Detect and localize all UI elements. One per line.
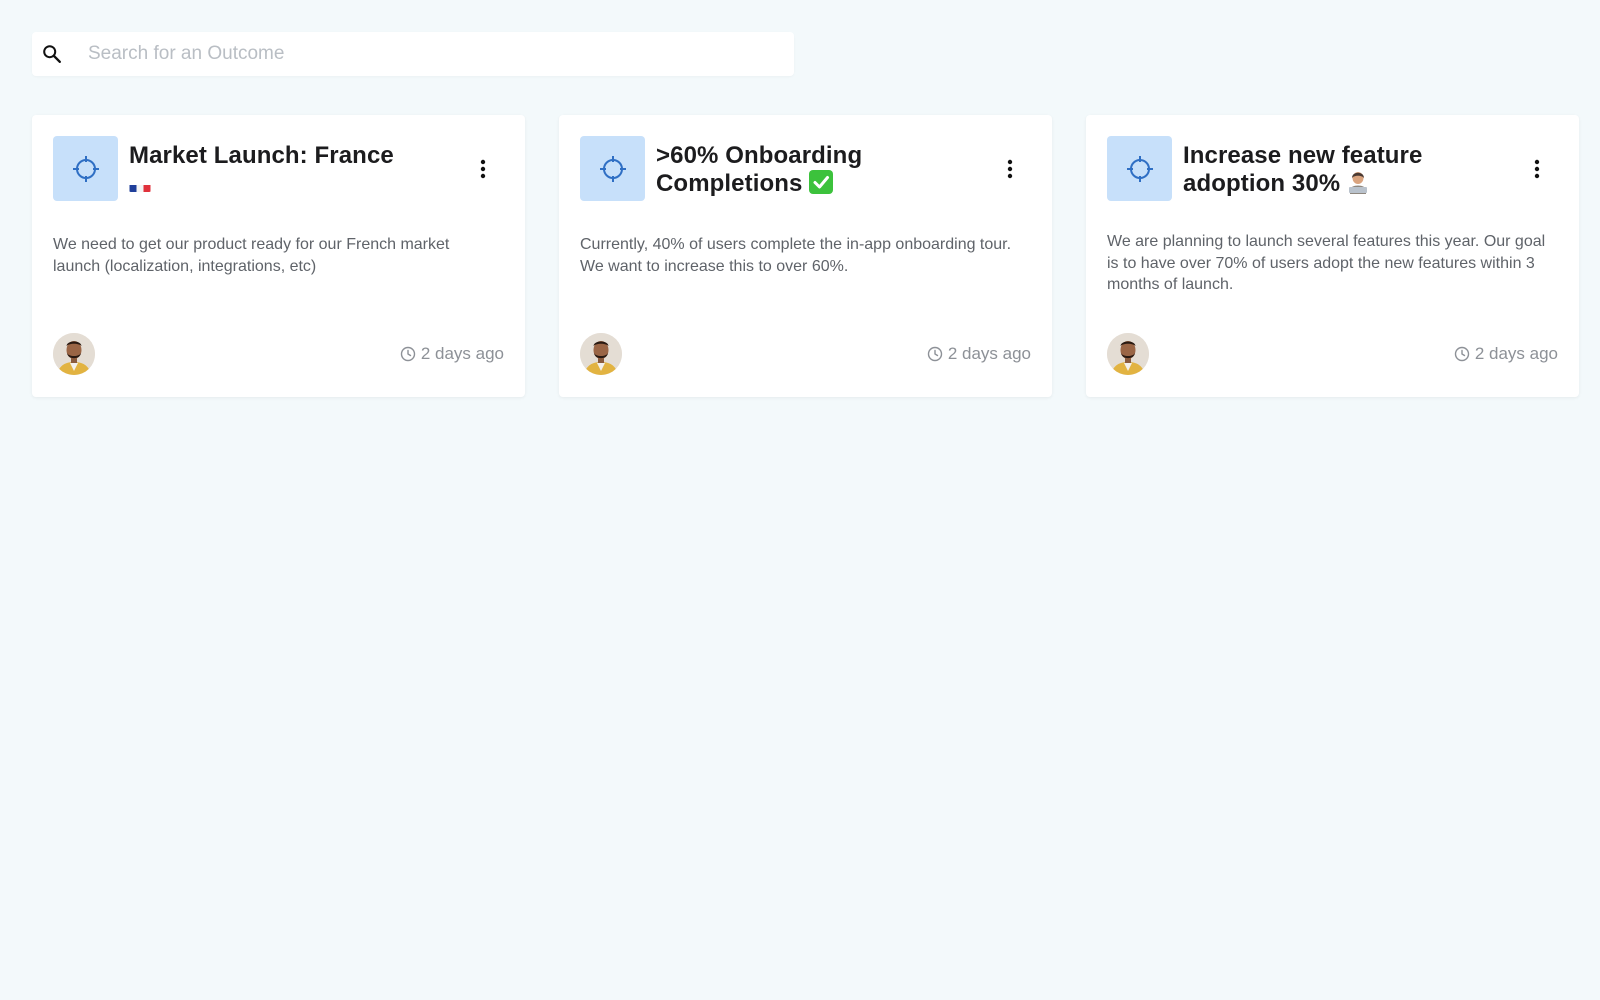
- timestamp: 2 days ago: [1454, 344, 1558, 364]
- outcome-title-text: Market Launch: France: [129, 142, 394, 169]
- more-options-button[interactable]: [1000, 155, 1020, 183]
- person-at-laptop-icon: [1347, 170, 1369, 194]
- outcome-description: Currently, 40% of users complete the in-…: [580, 236, 1012, 275]
- outcome-title[interactable]: >60% Onboarding Completions: [656, 142, 986, 198]
- outcome-icon-box: [53, 136, 118, 201]
- outcome-card[interactable]: >60% Onboarding Completions Currently, 4…: [559, 115, 1052, 397]
- outcome-title[interactable]: Increase new feature adoption 30%: [1183, 142, 1513, 198]
- more-vertical-icon: [1534, 159, 1540, 179]
- search-bar[interactable]: [32, 32, 794, 76]
- outcome-title-text: Increase new feature adoption 30%: [1183, 142, 1423, 197]
- clock-icon: [927, 346, 943, 362]
- target-icon: [1126, 155, 1153, 182]
- outcome-icon-box: [580, 136, 645, 201]
- avatar[interactable]: [53, 333, 95, 375]
- avatar[interactable]: [580, 333, 622, 375]
- timestamp-text: 2 days ago: [1474, 344, 1558, 363]
- search-icon: [40, 42, 64, 66]
- target-icon: [599, 155, 626, 182]
- timestamp: 2 days ago: [927, 344, 1031, 364]
- timestamp: 2 days ago: [400, 344, 504, 364]
- timestamp-text: 2 days ago: [420, 344, 504, 363]
- clock-icon: [1454, 346, 1470, 362]
- timestamp-text: 2 days ago: [947, 344, 1031, 363]
- outcome-card[interactable]: Increase new feature adoption 30% We are…: [1086, 115, 1579, 397]
- check-mark-button-icon: [809, 170, 834, 194]
- more-vertical-icon: [480, 159, 486, 179]
- clock-icon: [400, 346, 416, 362]
- outcome-title[interactable]: Market Launch: France: [129, 142, 459, 198]
- outcome-description: We need to get our product ready for our…: [53, 236, 450, 275]
- more-options-button[interactable]: [1527, 155, 1547, 183]
- outcome-card[interactable]: Market Launch: France We need to get our…: [32, 115, 525, 397]
- avatar[interactable]: [1107, 333, 1149, 375]
- more-vertical-icon: [1007, 159, 1013, 179]
- flag-france-icon: [129, 178, 151, 192]
- outcome-card-list: Market Launch: France We need to get our…: [32, 115, 1579, 397]
- target-icon: [72, 155, 99, 182]
- search-input[interactable]: [88, 43, 728, 65]
- outcome-icon-box: [1107, 136, 1172, 201]
- outcome-description: We are planning to launch several featur…: [1107, 233, 1546, 293]
- more-options-button[interactable]: [473, 155, 493, 183]
